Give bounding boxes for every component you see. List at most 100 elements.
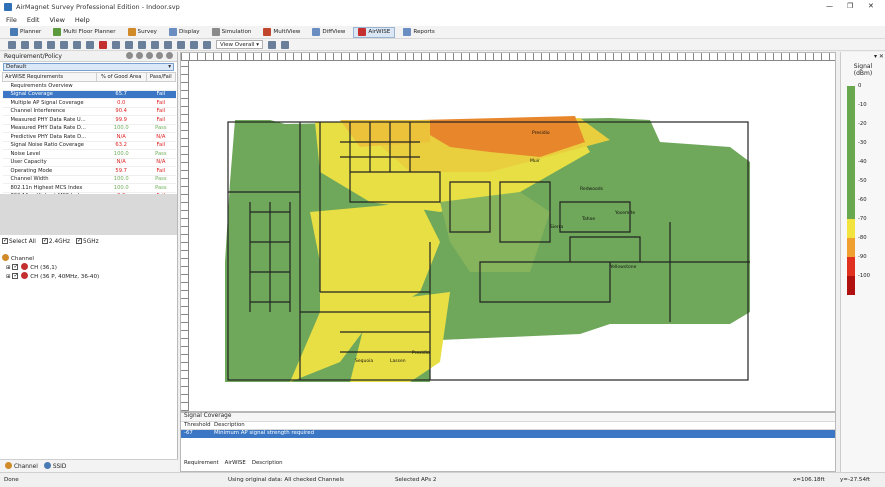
- view-overall-dropdown[interactable]: View Overall ▾: [216, 40, 263, 49]
- signal-heatmap[interactable]: Presidio Redwoods Sequoia Tahoe Yosemite…: [190, 62, 834, 410]
- band-5-checkbox[interactable]: 5GHz: [76, 237, 99, 245]
- filter-icon[interactable]: [203, 40, 211, 49]
- good-area-value: 59.7: [96, 166, 147, 176]
- band-filter: Select All 2.4GHz 5GHz: [2, 237, 99, 245]
- status-value: Pass: [146, 124, 176, 133]
- menu-help[interactable]: Help: [75, 16, 90, 24]
- col-pass-fail[interactable]: Pass/Fail: [145, 72, 177, 82]
- legend-swatch: [847, 162, 855, 181]
- layers-icon[interactable]: [190, 40, 198, 49]
- room-label: Sierra: [550, 224, 563, 230]
- tab-diffview[interactable]: DiffView: [308, 27, 349, 38]
- band-24-checkbox[interactable]: 2.4GHz: [41, 237, 70, 245]
- maximize-button[interactable]: ❐: [847, 2, 853, 10]
- col-good-area[interactable]: % of Good Area: [95, 72, 147, 82]
- tab-survey[interactable]: Survey: [124, 27, 161, 38]
- table-row[interactable]: 802.11n Highest MCS Index 100.0 Pass: [2, 183, 176, 193]
- good-area-value: N/A: [96, 158, 147, 167]
- room-label: Sequoia: [355, 358, 373, 364]
- zoom-out-icon[interactable]: [125, 40, 133, 49]
- ellipse-tool-icon[interactable]: [60, 40, 68, 49]
- rectangle-tool-icon[interactable]: [47, 40, 55, 49]
- delete-icon[interactable]: [86, 40, 94, 49]
- wall-tool-icon[interactable]: [73, 40, 81, 49]
- table-row[interactable]: Channel Width 100.0 Pass: [2, 175, 176, 184]
- legend-label: -90: [858, 254, 867, 260]
- tree-root[interactable]: Channel: [2, 254, 99, 263]
- pin-icon[interactable]: ▾ ✕: [874, 53, 884, 60]
- help-icon[interactable]: [136, 52, 143, 59]
- tab-multi-floor-planner[interactable]: Multi Floor Planner: [49, 27, 119, 38]
- col-requirements[interactable]: AirWISE Requirements: [2, 72, 97, 82]
- tab-airwise[interactable]: AirWISE: [225, 460, 246, 466]
- pointer-icon[interactable]: [99, 40, 107, 49]
- status-value: Pass: [146, 175, 176, 184]
- requirement-name: Channel Interference: [2, 107, 97, 116]
- save-icon[interactable]: [21, 40, 29, 49]
- table-row[interactable]: User Capacity N/A N/A: [2, 158, 176, 167]
- tab-icon: [403, 28, 412, 36]
- legend-label: -60: [858, 197, 867, 203]
- refresh-icon[interactable]: [126, 52, 133, 59]
- panel-header-icons: [123, 52, 173, 61]
- close-button[interactable]: ✕: [868, 2, 874, 10]
- undo-icon[interactable]: [34, 40, 42, 49]
- measure-icon[interactable]: [164, 40, 172, 49]
- menu-view[interactable]: View: [49, 16, 64, 24]
- tab-reports[interactable]: Reports: [399, 27, 438, 38]
- tab-ssid[interactable]: SSID: [43, 462, 66, 470]
- menu-edit[interactable]: Edit: [27, 16, 40, 24]
- mode-tab-bar: Planner Multi Floor Planner Survey Display S…: [0, 26, 885, 39]
- edit-icon[interactable]: [156, 52, 163, 59]
- requirements-overview[interactable]: Requirements Overview: [2, 81, 176, 91]
- chevron-down-icon: ▾: [168, 64, 171, 70]
- table-row[interactable]: Measured PHY Data Rate D... 100.0 Pass: [2, 124, 176, 133]
- select-all-label: Select All: [9, 239, 36, 245]
- table-row[interactable]: Signal Coverage 65.7 Fail: [2, 90, 176, 99]
- tree-root-label: Channel: [11, 256, 34, 262]
- tab-planner[interactable]: Planner: [6, 27, 45, 38]
- tab-channel[interactable]: Channel: [5, 462, 38, 470]
- chart-icon[interactable]: [177, 40, 185, 49]
- table-row[interactable]: Predictive PHY Data Rate D... N/A N/A: [2, 132, 176, 142]
- settings-icon[interactable]: [280, 40, 289, 49]
- requirement-name: Predictive PHY Data Rate D...: [2, 132, 97, 142]
- col-description[interactable]: Description: [211, 422, 245, 429]
- tab-airwise[interactable]: AirWISE: [353, 26, 396, 38]
- table-row[interactable]: Noise Level 100.0 Pass: [2, 149, 176, 159]
- empty-list-area: [0, 194, 177, 235]
- select-all-checkbox[interactable]: Select All: [2, 237, 36, 245]
- app-icon: [4, 3, 12, 11]
- status-y-coord: y=-27.54ft: [840, 477, 871, 483]
- tree-item[interactable]: ⊞ CH (36 P, 40MHz, 36-40): [2, 272, 99, 281]
- tab-icon: [10, 28, 18, 36]
- legend-label: -70: [858, 216, 867, 222]
- table-row[interactable]: Signal Noise Ratio Coverage 63.2 Fail: [2, 141, 176, 150]
- tab-requirement[interactable]: Requirement: [184, 460, 219, 466]
- table-row[interactable]: Channel Interference 90.4 Fail: [2, 107, 176, 116]
- fit-icon[interactable]: [138, 40, 146, 49]
- tab-simulation[interactable]: Simulation: [208, 27, 256, 38]
- checkbox-icon: [12, 272, 19, 280]
- policy-select[interactable]: Default ▾: [3, 63, 174, 71]
- add-icon[interactable]: [146, 52, 153, 59]
- tab-multiview[interactable]: MultiView: [259, 27, 304, 38]
- tab-label: Simulation: [221, 29, 252, 35]
- tree-item[interactable]: ⊞ CH (36,1): [2, 263, 99, 272]
- settings-icon[interactable]: [166, 52, 173, 59]
- table-row[interactable]: Multiple AP Signal Coverage 0.0 Fail: [2, 98, 176, 108]
- col-threshold[interactable]: Threshold: [181, 422, 211, 429]
- table-row[interactable]: Measured PHY Data Rate U... 99.9 Fail: [2, 115, 176, 125]
- zoom-in-icon[interactable]: [112, 40, 120, 49]
- grid-icon[interactable]: [151, 40, 159, 49]
- tab-description[interactable]: Description: [252, 460, 283, 466]
- export-icon[interactable]: [267, 40, 276, 49]
- detail-row[interactable]: -67 Minimum AP signal strength required: [181, 430, 835, 438]
- tab-display[interactable]: Display: [165, 27, 204, 38]
- menu-file[interactable]: File: [6, 16, 17, 24]
- table-row[interactable]: Operating Mode 59.7 Fail: [2, 166, 176, 176]
- open-icon[interactable]: [8, 40, 16, 49]
- status-value: N/A: [146, 132, 176, 142]
- minimize-button[interactable]: —: [826, 2, 833, 10]
- status-value: Pass: [146, 183, 176, 193]
